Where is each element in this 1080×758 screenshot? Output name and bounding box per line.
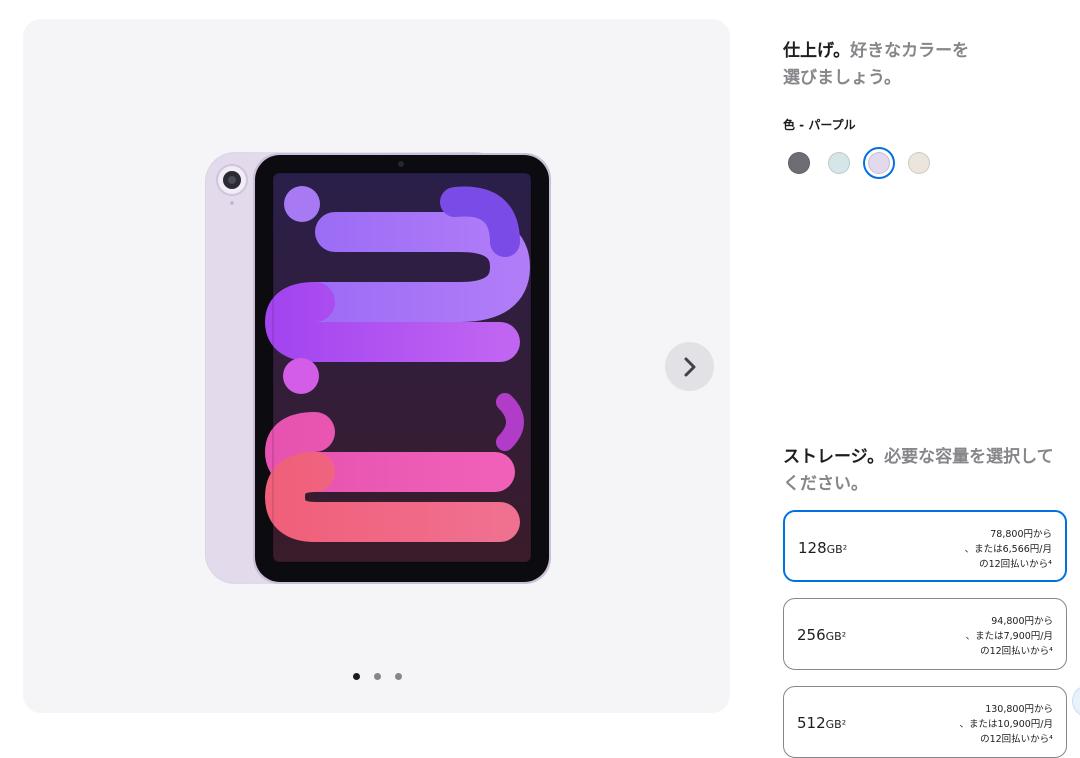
capacity-unit: GB² [826, 543, 848, 556]
capacity-unit: GB² [825, 630, 847, 643]
storage-option-512gb[interactable]: 512GB² 130,800円から 、または10,900円/月 の12回払いから… [783, 686, 1067, 758]
price-installments: の12回払いから⁴ [979, 559, 1052, 570]
swatch-fill [828, 152, 850, 174]
finish-title: 仕上げ。 [783, 41, 851, 61]
pagination-dot-3[interactable] [395, 673, 402, 680]
gallery-pagination [353, 673, 402, 680]
selected-color-label: 色 - パープル [783, 118, 856, 132]
finish-subtitle-line2: 選びましょう。 [783, 68, 901, 88]
price-monthly: 、または10,900円/月 [959, 719, 1053, 730]
storage-capacity: 256GB² [797, 626, 846, 644]
storage-heading: ストレージ。必要な容量を選択して ください。 [783, 444, 1068, 498]
price-total: 130,800円から [985, 704, 1053, 715]
price-installments: の12回払いから⁴ [980, 646, 1053, 657]
storage-price: 94,800円から 、または7,900円/月 の12回払いから⁴ [966, 614, 1053, 659]
pagination-dot-1[interactable] [353, 673, 360, 680]
capacity-size: 512 [797, 714, 826, 732]
swatch-space-gray[interactable] [783, 147, 815, 179]
pagination-dot-2[interactable] [374, 673, 381, 680]
chevron-right-icon [684, 357, 695, 376]
storage-option-128gb[interactable]: 128GB² 78,800円から 、または6,566円/月 の12回払いから⁴ [783, 510, 1067, 582]
swatch-fill [868, 152, 890, 174]
price-total: 78,800円から [990, 529, 1052, 540]
finish-subtitle-line1: 好きなカラーを [850, 41, 970, 61]
swatch-purple[interactable] [863, 147, 895, 179]
storage-price: 130,800円から 、または10,900円/月 の12回払いから⁴ [960, 702, 1053, 747]
storage-subtitle-line2: ください。 [783, 474, 868, 494]
storage-capacity: 512GB² [797, 714, 846, 732]
price-installments: の12回払いから⁴ [980, 734, 1053, 745]
storage-capacity: 128GB² [798, 539, 847, 557]
configuration-panel: 仕上げ。好きなカラーを 選びましょう。 色 - パープル ストレージ。必要な容量… [783, 0, 1080, 758]
capacity-size: 256 [797, 626, 826, 644]
finish-heading: 仕上げ。好きなカラーを 選びましょう。 [783, 38, 1068, 92]
product-gallery [23, 19, 730, 713]
capacity-size: 128 [798, 539, 827, 557]
color-swatches [783, 147, 935, 179]
swatch-blue[interactable] [823, 147, 855, 179]
swatch-starlight[interactable] [903, 147, 935, 179]
swatch-fill [788, 152, 810, 174]
gallery-next-button[interactable] [665, 342, 714, 391]
storage-price: 78,800円から 、または6,566円/月 の12回払いから⁴ [965, 527, 1052, 572]
price-monthly: 、または7,900円/月 [965, 631, 1053, 642]
storage-option-256gb[interactable]: 256GB² 94,800円から 、または7,900円/月 の12回払いから⁴ [783, 598, 1067, 670]
ipad-mini-image [205, 152, 551, 584]
storage-subtitle-line1: 必要な容量を選択して [884, 447, 1054, 467]
storage-title: ストレージ。 [783, 447, 885, 467]
price-total: 94,800円から [991, 616, 1053, 627]
capacity-unit: GB² [825, 718, 847, 731]
swatch-fill [908, 152, 930, 174]
price-monthly: 、または6,566円/月 [964, 544, 1052, 555]
